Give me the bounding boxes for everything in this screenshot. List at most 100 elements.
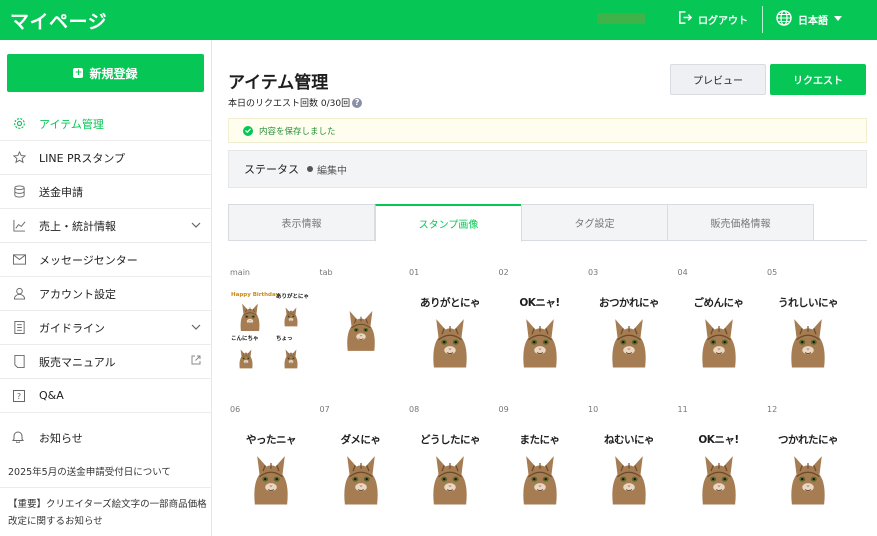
sidebar-item-label: アイテム管理: [39, 117, 104, 131]
main-preview-caption: Happy Birthday: [231, 292, 280, 298]
sidebar-item-message-center[interactable]: メッセージセンター: [0, 243, 211, 277]
sticker-caption: ねむいにゃ: [604, 434, 655, 446]
cat-sticker-image: [284, 307, 298, 327]
document-icon: [12, 321, 26, 335]
sidebar-nav: アイテム管理 LINE PRスタンプ 送金申請 売上・統計情報 メッセージセンタ…: [0, 107, 211, 413]
sticker-number: 10: [588, 405, 599, 414]
language-selector[interactable]: 日本語: [776, 10, 842, 29]
chevron-down-icon: [191, 219, 201, 232]
cat-sticker-image: [240, 303, 260, 331]
mail-icon: [12, 253, 26, 267]
status-bar: ステータス 編集中: [228, 150, 867, 188]
sticker-slot[interactable]: 07 ダメにゃ: [318, 405, 404, 515]
cat-sticker-image: [433, 456, 467, 505]
sticker-slot[interactable]: 12 つかれたにゃ: [765, 405, 851, 515]
coins-icon: [12, 185, 26, 199]
sidebar-item-qa[interactable]: ? Q&A: [0, 379, 211, 413]
header-divider: [762, 6, 763, 33]
main-preview-caption: ちょっ: [276, 336, 293, 342]
sticker-slot[interactable]: 09 またにゃ: [497, 405, 583, 515]
sticker-slot[interactable]: 10 ねむいにゃ: [586, 405, 672, 515]
cat-sticker-image: [522, 319, 557, 368]
sticker-slot[interactable]: 11 OKニャ!: [676, 405, 762, 515]
sticker-number: 01: [409, 268, 420, 277]
sticker-caption: またにゃ: [519, 434, 561, 446]
cat-sticker-image: [522, 456, 557, 505]
tab-sales-price[interactable]: 販売価格情報: [667, 204, 814, 241]
sidebar-item-account-settings[interactable]: アカウント設定: [0, 277, 211, 311]
cat-sticker-image: [284, 349, 298, 369]
help-icon[interactable]: ?: [352, 97, 363, 108]
sticker-caption: やったニャ: [246, 434, 297, 446]
sidebar-item-label: メッセージセンター: [39, 253, 138, 267]
chart-icon: [12, 219, 26, 233]
notice-link[interactable]: 2025年5月の送金申請受付日について: [8, 464, 171, 478]
external-link-icon: [191, 355, 201, 368]
sticker-number: 11: [677, 405, 688, 414]
sticker-number: 08: [409, 405, 420, 414]
new-registration-button[interactable]: + 新規登録: [7, 54, 204, 92]
sidebar-item-line-pr-stamp[interactable]: LINE PRスタンプ: [0, 141, 211, 175]
tab-display-info[interactable]: 表示情報: [228, 204, 375, 241]
sticker-caption: ありがとにゃ: [420, 297, 481, 309]
cat-sticker-image: [612, 456, 646, 505]
sticker-slot[interactable]: 06 やったニャ: [228, 405, 314, 515]
sticker-slot[interactable]: 08 どうしたにゃ: [407, 405, 493, 515]
check-circle-icon: [243, 125, 253, 136]
preview-button[interactable]: プレビュー: [670, 64, 766, 95]
sidebar-item-sales-stats[interactable]: 売上・統計情報: [0, 209, 211, 243]
notices-label: お知らせ: [39, 432, 83, 445]
request-button[interactable]: リクエスト: [770, 64, 866, 95]
sticker-slot[interactable]: 04 ごめんにゃ: [676, 268, 762, 378]
person-icon: [12, 287, 26, 301]
logout-label: ログアウト: [698, 15, 748, 27]
bell-icon: [12, 430, 26, 446]
cat-sticker-image: [701, 456, 736, 505]
sticker-number: 02: [498, 268, 509, 277]
sidebar-item-item-management[interactable]: アイテム管理: [0, 107, 211, 141]
cat-sticker-image: [791, 319, 825, 368]
chevron-down-icon: [834, 14, 842, 25]
sidebar-item-remittance[interactable]: 送金申請: [0, 175, 211, 209]
sidebar-item-label: 売上・統計情報: [39, 219, 116, 233]
sticker-slot[interactable]: 03 おつかれにゃ: [586, 268, 672, 378]
status-dot-icon: [307, 166, 313, 172]
sticker-slot[interactable]: tab: [318, 268, 404, 378]
plus-icon: +: [73, 68, 84, 78]
sticker-number: 04: [677, 268, 688, 277]
globe-icon: [776, 10, 792, 29]
question-icon: ?: [12, 389, 26, 403]
main-content: アイテム管理 本日のリクエスト回数 0/30回 ? プレビュー リクエスト 内容…: [212, 40, 877, 536]
sticker-number: 03: [588, 268, 599, 277]
tab-tag-settings[interactable]: タグ設定: [521, 204, 668, 241]
notices-heading: お知らせ: [0, 422, 211, 454]
status-label: ステータス: [244, 163, 299, 176]
sidebar-item-label: Q&A: [39, 389, 64, 402]
tab-sticker-images[interactable]: スタンプ画像: [375, 204, 522, 242]
cat-sticker-image: [791, 456, 825, 505]
sidebar-item-label: ガイドライン: [39, 321, 105, 335]
sticker-caption: OKニャ!: [519, 297, 560, 309]
save-message: 内容を保存しました: [259, 126, 336, 137]
sidebar-item-label: LINE PRスタンプ: [39, 151, 125, 165]
sidebar-item-label: アカウント設定: [39, 287, 116, 301]
sticker-slot[interactable]: 01 ありがとにゃ: [407, 268, 493, 378]
star-icon: [12, 151, 26, 165]
sidebar-item-sales-manual[interactable]: 販売マニュアル: [0, 345, 211, 379]
sticker-slot[interactable]: 05 うれしいにゃ: [765, 268, 851, 378]
sidebar-item-guidelines[interactable]: ガイドライン: [0, 311, 211, 345]
gear-icon: [12, 117, 26, 131]
request-quota-text: 本日のリクエスト回数 0/30回: [228, 99, 351, 109]
sticker-number: 06: [230, 405, 241, 414]
sticker-number: main: [230, 268, 250, 277]
save-notification: 内容を保存しました: [228, 118, 867, 143]
book-icon: [12, 355, 26, 369]
top-bar: マイページ ログアウト 日本語: [0, 0, 877, 40]
cat-sticker-image: [612, 319, 646, 368]
sticker-slot[interactable]: main Happy Birthday ありがとにゃ こんにちゃ ちょっ: [228, 268, 314, 378]
user-name-redacted: [597, 13, 645, 24]
cat-sticker-image: [701, 319, 736, 368]
logout-button[interactable]: ログアウト: [677, 10, 748, 28]
notice-link[interactable]: 【重要】クリエイターズ絵文字の一部商品価格改定に関するお知らせ: [8, 496, 208, 530]
sticker-slot[interactable]: 02 OKニャ!: [497, 268, 583, 378]
